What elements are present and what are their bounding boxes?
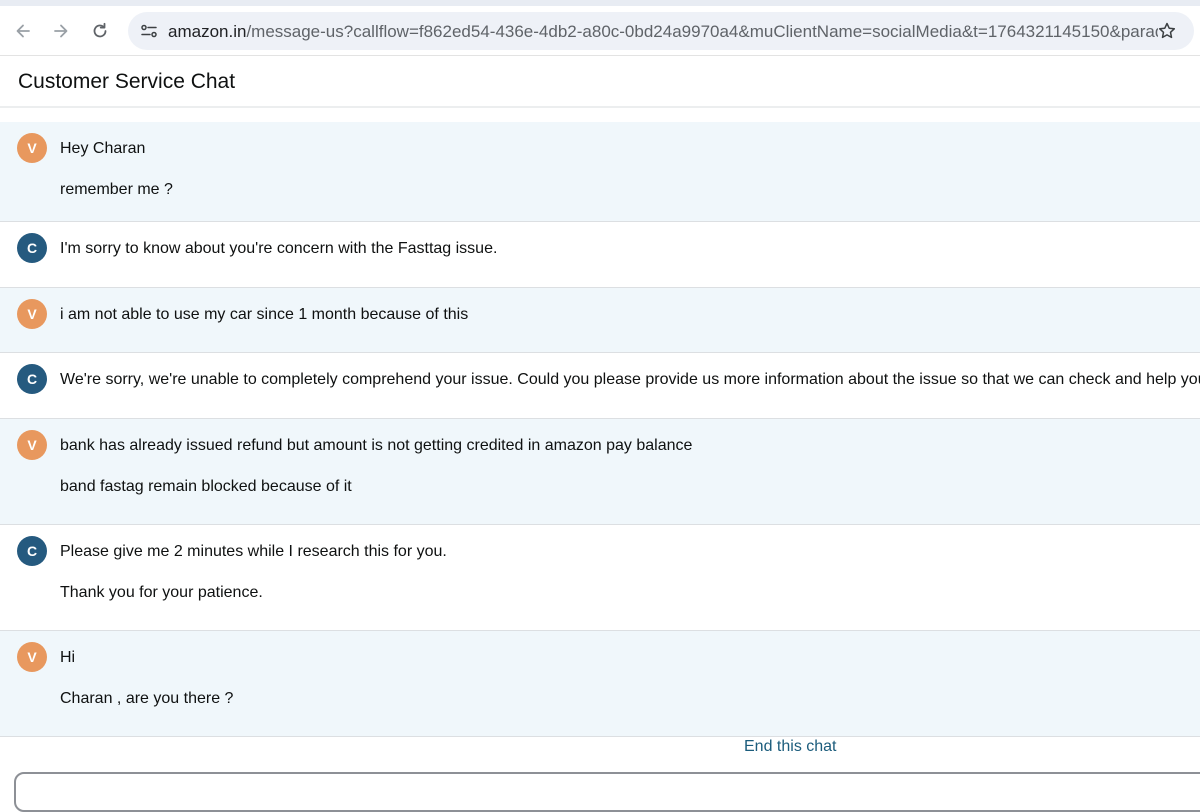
page-title: Customer Service Chat — [18, 70, 236, 93]
avatar: V — [17, 299, 47, 329]
message-customer: V Hey Charan remember me ? — [0, 122, 1200, 222]
message-text: Please give me 2 minutes while I researc… — [60, 543, 447, 560]
end-chat-link[interactable]: End this chat — [744, 737, 837, 757]
reload-icon[interactable] — [87, 18, 113, 44]
url-host: amazon.in — [168, 22, 247, 41]
message-customer: V Hi Charan , are you there ? — [0, 631, 1200, 737]
message-agent: C We're sorry, we're unable to completel… — [0, 353, 1200, 419]
avatar: V — [17, 133, 47, 163]
url-text[interactable]: amazon.in/message-us?callflow=f862ed54-4… — [168, 22, 1158, 42]
message-customer: V bank has already issued refund but amo… — [0, 419, 1200, 525]
forward-arrow-icon[interactable] — [48, 18, 74, 44]
address-bar[interactable]: amazon.in/message-us?callflow=f862ed54-4… — [128, 12, 1194, 50]
message-agent: C Please give me 2 minutes while I resea… — [0, 525, 1200, 631]
bookmark-star-icon[interactable] — [1154, 18, 1180, 44]
message-text: band fastag remain blocked because of it — [60, 478, 352, 495]
message-text: Hey Charan — [60, 140, 146, 157]
message-text: Hi — [60, 649, 76, 666]
message-agent: C I'm sorry to know about you're concern… — [0, 222, 1200, 288]
message-customer: V i am not able to use my car since 1 mo… — [0, 288, 1200, 353]
avatar: C — [17, 233, 47, 263]
avatar: C — [17, 536, 47, 566]
avatar: C — [17, 364, 47, 394]
message-text: We're sorry, we're unable to completely … — [60, 371, 1200, 388]
site-settings-icon[interactable] — [136, 18, 162, 44]
message-input[interactable] — [14, 772, 1200, 812]
message-text: Charan , are you there ? — [60, 690, 234, 707]
browser-toolbar: amazon.in/message-us?callflow=f862ed54-4… — [0, 0, 1200, 56]
avatar: V — [17, 642, 47, 672]
message-text: remember me ? — [60, 181, 173, 198]
back-arrow-icon[interactable] — [10, 18, 36, 44]
message-text: Thank you for your patience. — [60, 584, 263, 601]
url-path: /message-us?callflow=f862ed54-436e-4db2-… — [246, 22, 1158, 41]
avatar: V — [17, 430, 47, 460]
message-text: bank has already issued refund but amoun… — [60, 437, 693, 454]
chat-transcript[interactable]: V Hey Charan remember me ? C I'm sorry t… — [0, 108, 1200, 738]
message-text: I'm sorry to know about you're concern w… — [60, 240, 498, 257]
chat-header: Customer Service Chat — [0, 56, 1200, 108]
message-text: i am not able to use my car since 1 mont… — [60, 306, 469, 323]
